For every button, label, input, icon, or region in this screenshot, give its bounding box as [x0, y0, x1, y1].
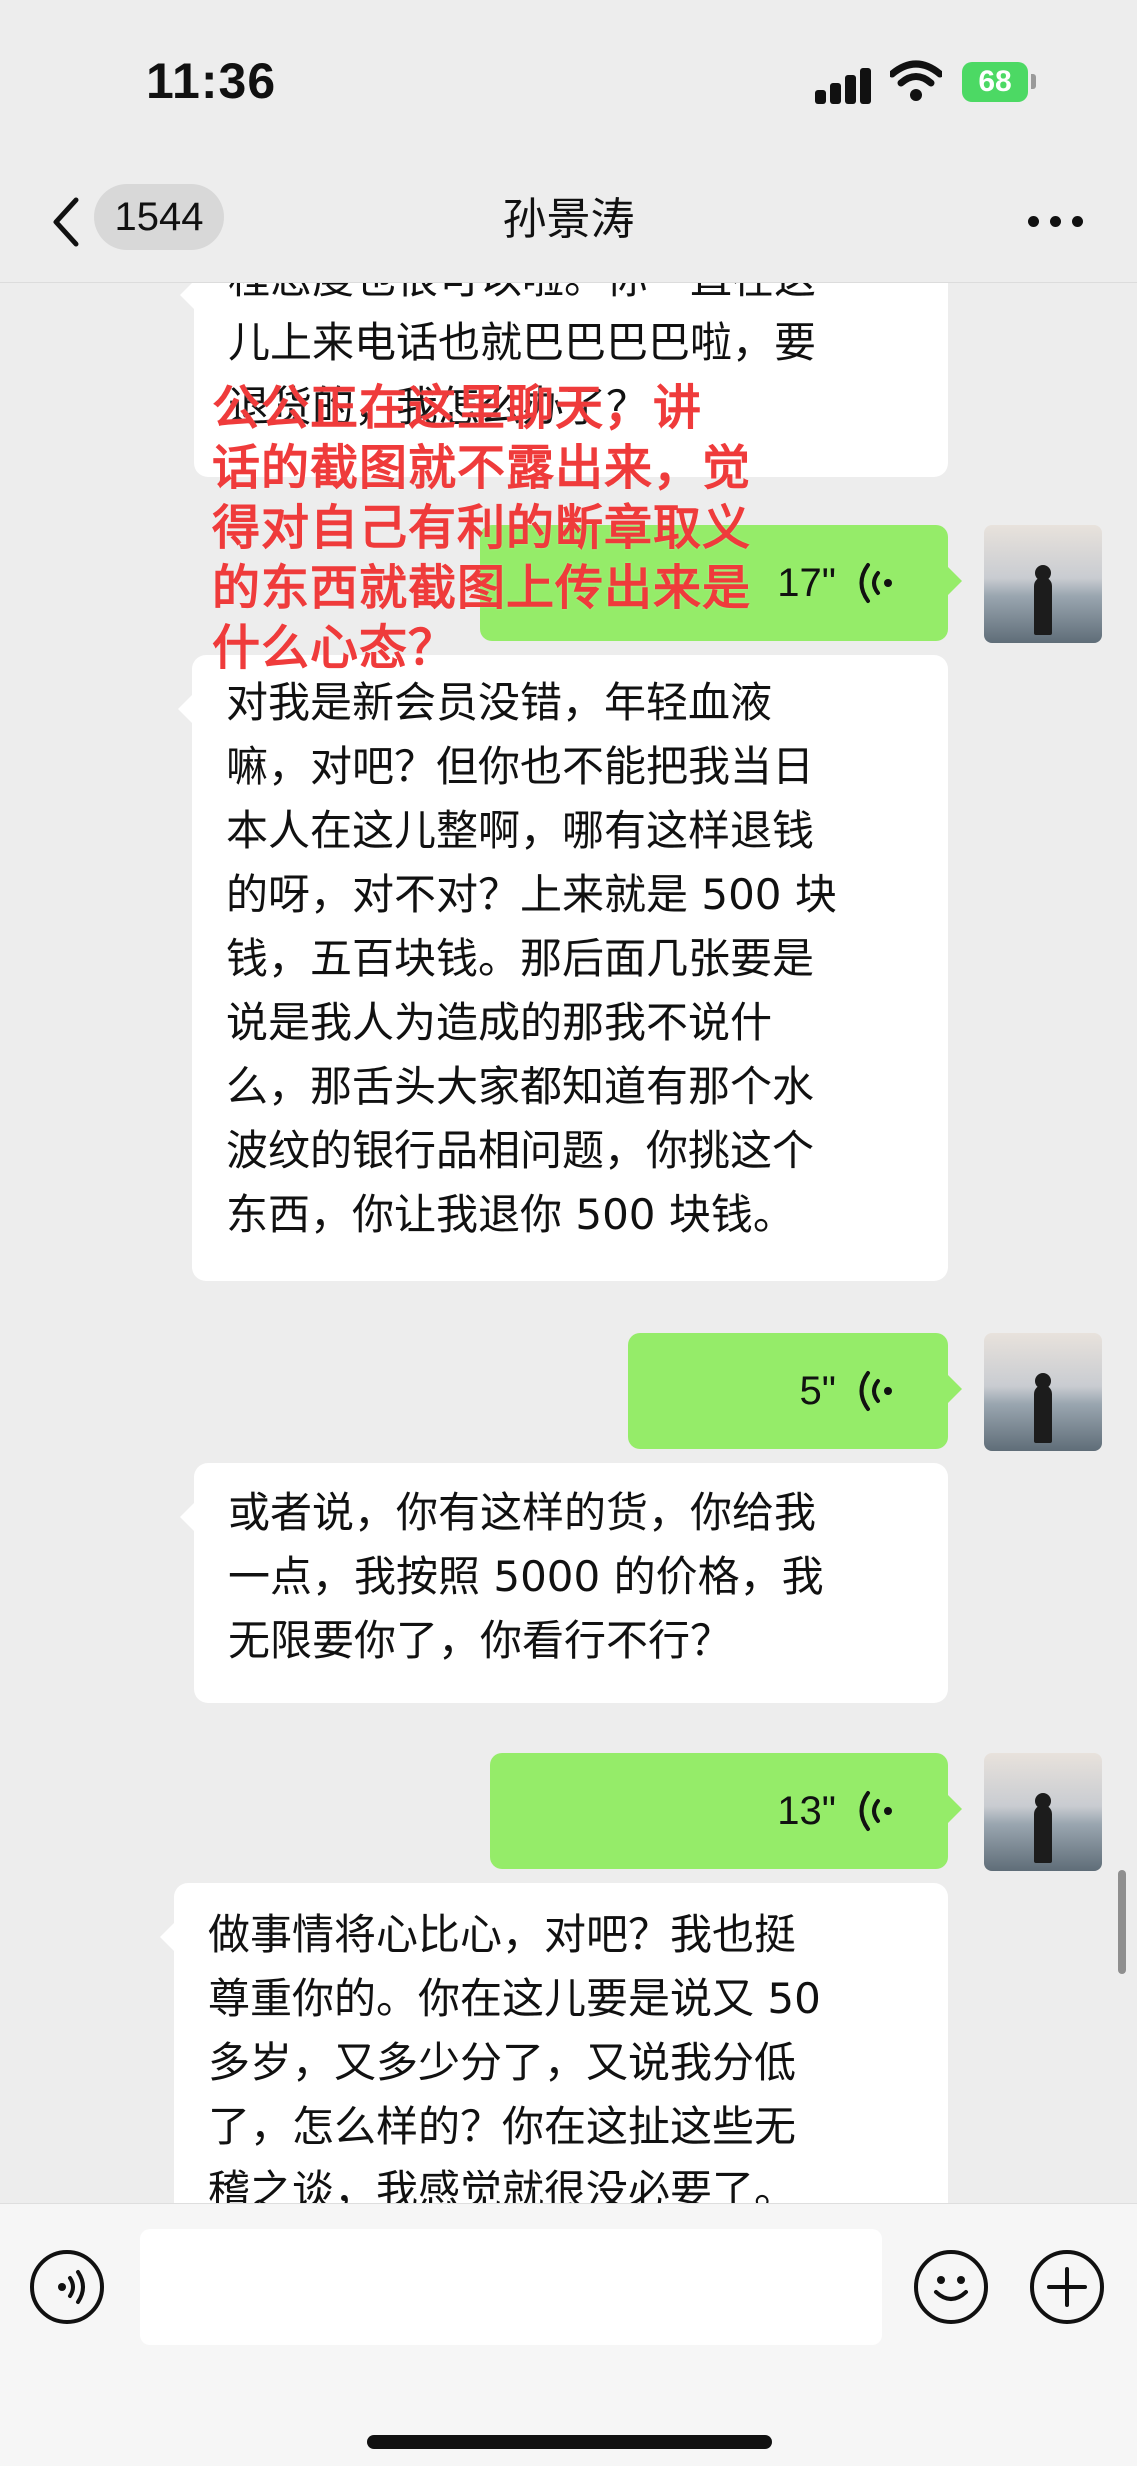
voice-input-icon — [58, 2270, 85, 2304]
battery-indicator: 68 — [962, 62, 1028, 102]
voice-duration: 5" — [799, 1369, 836, 1413]
self-avatar[interactable] — [984, 1753, 1102, 1871]
voice-duration: 13" — [777, 1789, 836, 1833]
battery-tip — [1031, 74, 1036, 89]
message-input[interactable] — [140, 2229, 882, 2345]
self-avatar[interactable] — [984, 1333, 1102, 1451]
home-indicator[interactable] — [367, 2435, 772, 2449]
voice-input-button[interactable] — [30, 2250, 104, 2324]
voice-message-bubble[interactable]: 5" — [628, 1333, 962, 1449]
emoji-icon — [934, 2276, 968, 2301]
chat-header: 1544 孙景涛 — [0, 160, 1137, 283]
wifi-icon — [890, 60, 942, 101]
overlay-caption: 公公正在这里聊天，讲 话的截图就不露出来，觉 得对自己有利的断章取义 的东西就截… — [212, 380, 752, 676]
input-bar — [0, 2203, 1137, 2466]
emoji-button[interactable] — [914, 2250, 988, 2324]
message-list[interactable]: 程态度也很可以啦。你一直在这 儿上来电话也就巴巴巴巴啦，要 退货的，我怎么办了？… — [0, 283, 1137, 2203]
message-text-bubble[interactable]: 对我是新会员没错，年轻血液 嘛，对吧？但你也不能把我当日 本人在这儿整啊，哪有这… — [178, 655, 948, 1281]
cellular-signal-icon — [815, 64, 875, 104]
voice-wave-icon — [859, 1371, 892, 1411]
chat-title: 孙景涛 — [502, 194, 635, 245]
message-text-bubble[interactable]: 或者说，你有这样的货，你给我 一点，我按照 5000 的价格，我 无限要你了，你… — [180, 1463, 948, 1703]
status-bar: 11:36 68 — [0, 0, 1137, 160]
voice-wave-icon — [859, 563, 892, 603]
message-text-bubble[interactable]: 做事情将心比心，对吧？我也挺 尊重你的。你在这儿要是说又 50 多岁，又多少分了… — [160, 1883, 948, 2203]
self-avatar[interactable] — [984, 525, 1102, 643]
plus-button[interactable] — [1030, 2250, 1104, 2324]
voice-wave-icon — [859, 1791, 892, 1831]
chat-scrollbar[interactable] — [1118, 1870, 1126, 1974]
plus-icon — [1047, 2267, 1087, 2307]
status-time: 11:36 — [146, 53, 277, 109]
voice-message-bubble[interactable]: 13" — [490, 1753, 962, 1869]
more-dots-icon[interactable] — [1028, 216, 1084, 228]
